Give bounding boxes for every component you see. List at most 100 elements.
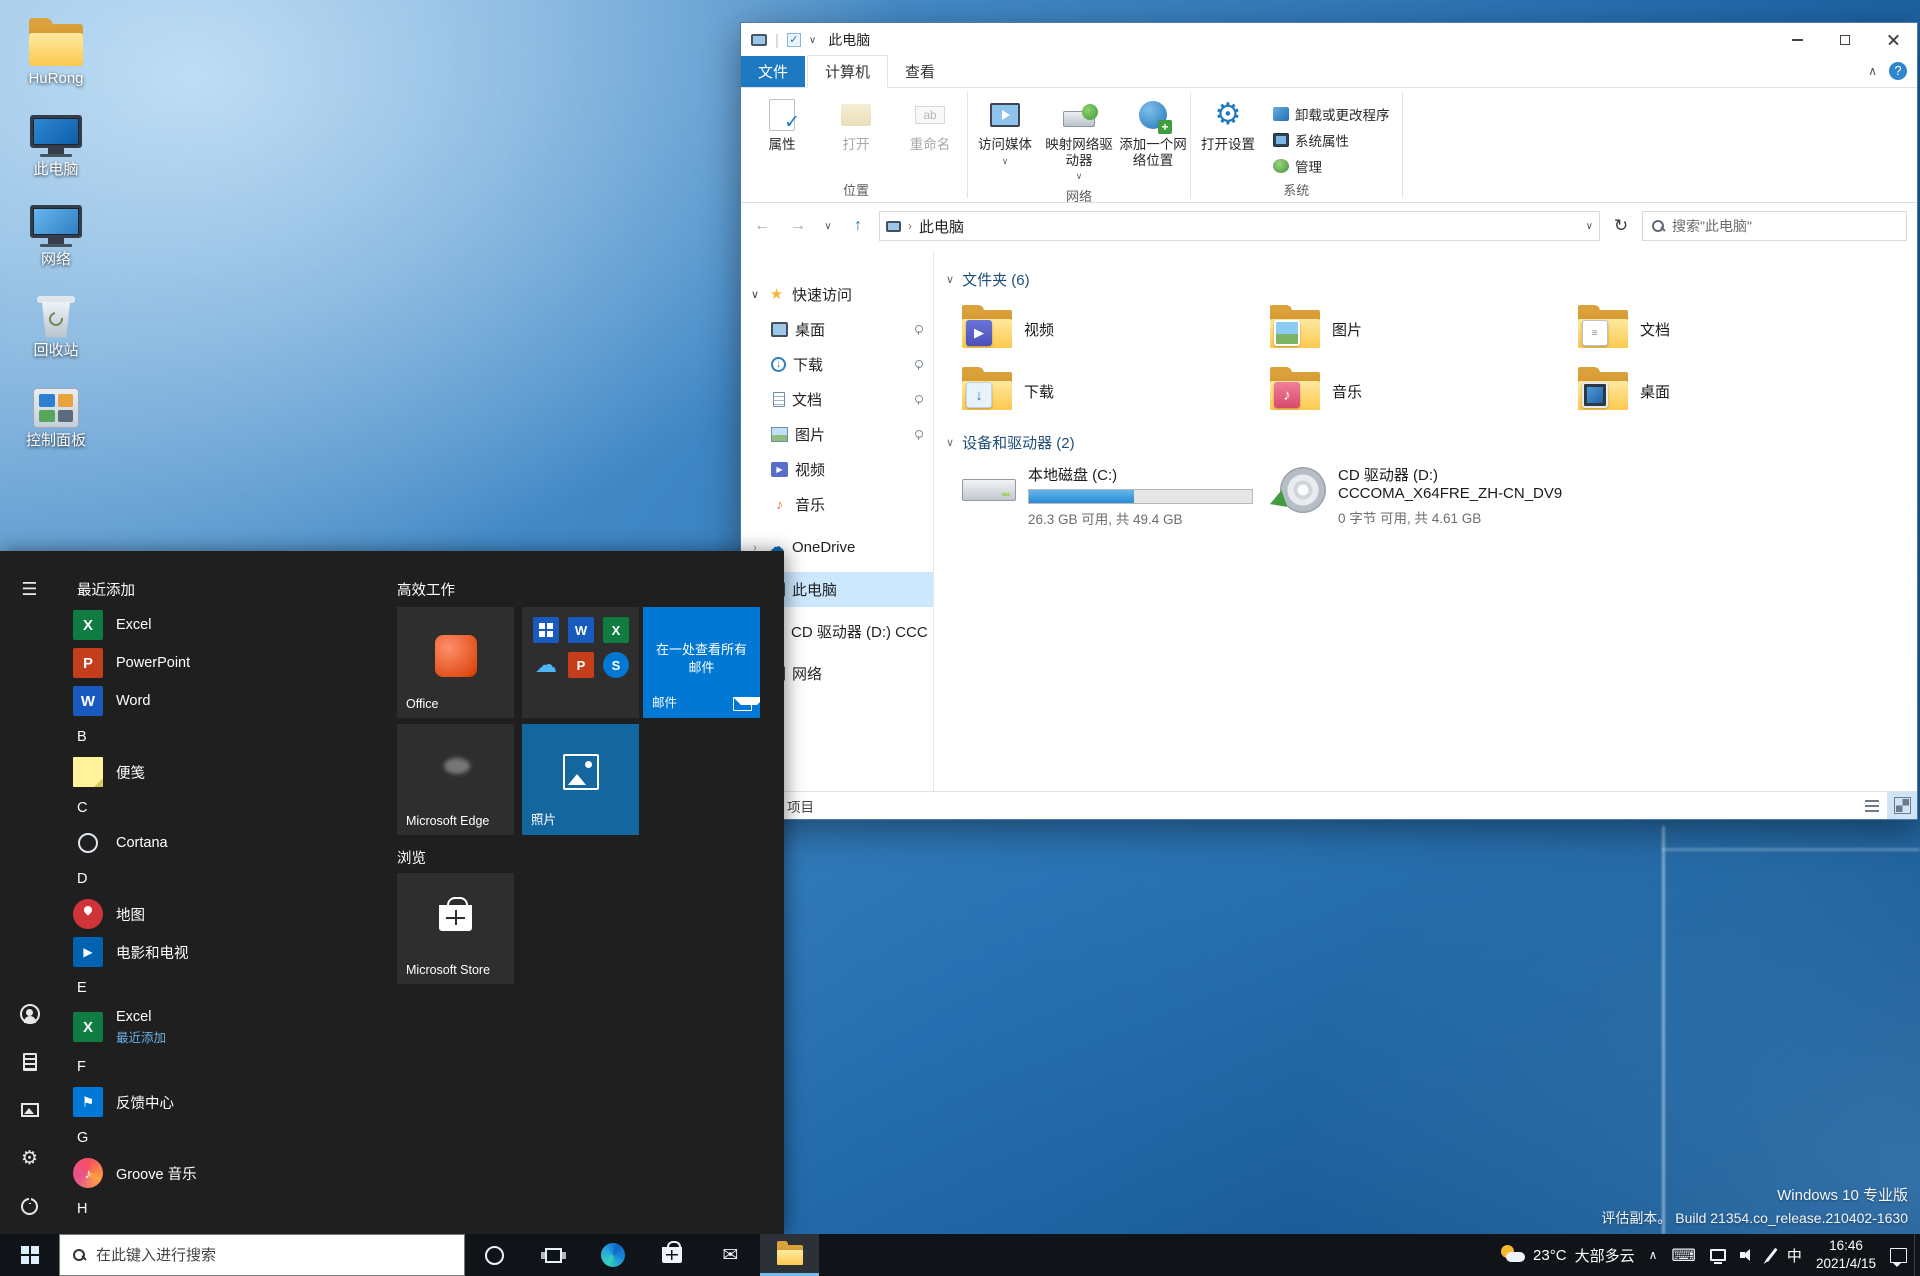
app-item-excel[interactable]: X Excel xyxy=(63,606,386,644)
folder-tile-pictures[interactable]: 图片 xyxy=(1262,298,1570,360)
app-list-header-d[interactable]: D xyxy=(63,862,386,895)
network-status-button[interactable] xyxy=(1703,1234,1733,1276)
taskbar-file-explorer-button[interactable] xyxy=(760,1234,819,1276)
tile-mail[interactable]: 在一处查看所有邮件 邮件 xyxy=(643,607,760,718)
folder-tile-music[interactable]: ♪ 音乐 xyxy=(1262,360,1570,422)
drive-tile-c[interactable]: 本地磁盘 (C:) 26.3 GB 可用, 共 49.4 GB xyxy=(954,461,1262,534)
back-button[interactable]: ← xyxy=(747,211,777,241)
app-item-movies-tv[interactable]: ▶ 电影和电视 xyxy=(63,933,386,971)
taskbar-mail-button[interactable]: ✉ xyxy=(701,1234,760,1276)
desktop-icon-recycle-bin[interactable]: 回收站 xyxy=(8,286,104,360)
settings-button[interactable]: ⚙ xyxy=(0,1134,59,1182)
nav-item-music[interactable]: ♪ 音乐 xyxy=(741,487,933,522)
touch-keyboard-button[interactable]: ⌨ xyxy=(1664,1234,1703,1276)
folder-tile-videos[interactable]: ▶ 视频 xyxy=(954,298,1262,360)
app-list-header-g[interactable]: G xyxy=(63,1121,386,1154)
folder-tile-documents[interactable]: ≡ 文档 xyxy=(1570,298,1878,360)
help-button[interactable]: ? xyxy=(1889,62,1907,80)
start-button[interactable] xyxy=(0,1234,59,1276)
app-list-header-c[interactable]: C xyxy=(63,791,386,824)
explorer-search-box[interactable] xyxy=(1642,211,1907,241)
desktop-icon-hurong[interactable]: HuRong xyxy=(8,14,104,88)
app-list-header-f[interactable]: F xyxy=(63,1050,386,1083)
app-list-header-e[interactable]: E xyxy=(63,971,386,1004)
desktop-icon-control-panel[interactable]: 控制面板 xyxy=(8,376,104,450)
title-bar[interactable]: | ✓ ∨ 此电脑 xyxy=(741,23,1917,57)
app-item-feedback-hub[interactable]: ⚑ 反馈中心 xyxy=(63,1083,386,1121)
desktop-icon-this-pc[interactable]: 此电脑 xyxy=(8,105,104,179)
tab-computer[interactable]: 计算机 xyxy=(807,55,889,88)
system-properties-button[interactable]: 系统属性 xyxy=(1267,128,1396,152)
close-button[interactable] xyxy=(1869,23,1917,57)
tab-view[interactable]: 查看 xyxy=(888,56,952,87)
app-item-cortana[interactable]: Cortana xyxy=(63,824,386,862)
nav-item-quick-access[interactable]: ∨ ★ 快速访问 xyxy=(741,277,933,312)
taskbar-store-button[interactable] xyxy=(642,1234,701,1276)
show-desktop-button[interactable] xyxy=(1914,1234,1920,1276)
expand-chevron-icon[interactable]: ∨ xyxy=(749,288,761,301)
taskbar-search-input[interactable] xyxy=(96,1246,452,1264)
details-view-button[interactable] xyxy=(1857,792,1887,819)
hidden-icons-button[interactable]: ∧ xyxy=(1642,1234,1665,1276)
action-center-button[interactable] xyxy=(1883,1234,1914,1276)
minimize-button[interactable] xyxy=(1773,23,1821,57)
minimize-ribbon-icon[interactable]: ∧ xyxy=(1868,64,1877,78)
app-item-word[interactable]: W Word xyxy=(63,682,386,720)
add-network-location-button[interactable]: 添加一个网络位置 xyxy=(1116,94,1190,172)
app-item-groove-music[interactable]: ♪ Groove 音乐 xyxy=(63,1154,386,1192)
nav-item-documents[interactable]: 文档 xyxy=(741,382,933,417)
address-bar[interactable]: › 此电脑 ∨ xyxy=(879,211,1600,241)
large-icons-view-button[interactable] xyxy=(1887,792,1917,819)
expand-menu-button[interactable]: ☰ xyxy=(0,565,59,613)
section-collapse-icon[interactable]: ∨ xyxy=(946,273,954,286)
weather-widget[interactable]: 23°C 大部多云 xyxy=(1494,1234,1642,1276)
ime-mode-button[interactable]: 中 xyxy=(1780,1234,1809,1276)
documents-button[interactable] xyxy=(0,1038,59,1086)
taskbar-edge-button[interactable] xyxy=(583,1234,642,1276)
tile-group-header-explore[interactable]: 浏览 xyxy=(397,847,426,868)
quick-access-toolbar-dropdown-icon[interactable]: ∨ xyxy=(809,35,816,46)
clock[interactable]: 16:46 2021/4/15 xyxy=(1809,1234,1883,1276)
forward-button[interactable]: → xyxy=(783,211,813,241)
app-item-powerpoint[interactable]: P PowerPoint xyxy=(63,644,386,682)
access-media-button[interactable]: 访问媒体 ∨ xyxy=(968,94,1042,171)
app-list-header-b[interactable]: B xyxy=(63,720,386,753)
uninstall-program-button[interactable]: 卸载或更改程序 xyxy=(1267,102,1396,126)
tile-office-apps-folder[interactable]: W X ☁ P S xyxy=(522,607,639,718)
rename-button[interactable]: ab 重命名 xyxy=(893,94,967,157)
folder-tile-downloads[interactable]: ↓ 下载 xyxy=(954,360,1262,422)
properties-button[interactable]: ✓ 属性 xyxy=(745,94,819,157)
volume-button[interactable] xyxy=(1733,1234,1763,1276)
cortana-button[interactable] xyxy=(465,1234,524,1276)
nav-item-downloads[interactable]: ↓ 下载 xyxy=(741,347,933,382)
pictures-button[interactable] xyxy=(0,1086,59,1134)
maximize-button[interactable] xyxy=(1821,23,1869,57)
window-system-icon[interactable] xyxy=(751,34,767,46)
quick-access-properties-icon[interactable]: ✓ xyxy=(786,33,801,47)
task-view-button[interactable] xyxy=(524,1234,583,1276)
tab-file[interactable]: 文件 xyxy=(741,56,806,87)
nav-item-videos[interactable]: ▶ 视频 xyxy=(741,452,933,487)
section-collapse-icon[interactable]: ∨ xyxy=(946,436,954,449)
taskbar-search-box[interactable] xyxy=(59,1234,465,1276)
recent-locations-dropdown-icon[interactable]: ∨ xyxy=(819,211,837,241)
section-header-drives[interactable]: ∨ 设备和驱动器 (2) xyxy=(946,432,1907,453)
map-network-drive-button[interactable]: 映射网络驱动器 ∨ xyxy=(1042,94,1116,186)
pen-settings-button[interactable] xyxy=(1763,1234,1780,1276)
breadcrumb[interactable]: 此电脑 xyxy=(919,216,964,237)
tile-office[interactable]: Office xyxy=(397,607,514,718)
refresh-button[interactable]: ↻ xyxy=(1606,211,1636,241)
open-settings-button[interactable]: ⚙ 打开设置 xyxy=(1191,94,1265,157)
manage-button[interactable]: 管理 xyxy=(1267,154,1396,178)
app-item-sticky-notes[interactable]: 便笺 xyxy=(63,753,386,791)
section-header-folders[interactable]: ∨ 文件夹 (6) xyxy=(946,269,1907,290)
account-button[interactable] xyxy=(0,990,59,1038)
folder-tile-desktop[interactable]: 桌面 xyxy=(1570,360,1878,422)
power-button[interactable] xyxy=(0,1182,59,1230)
app-item-excel-recent[interactable]: X Excel 最近添加 xyxy=(63,1004,386,1050)
tile-photos[interactable]: 照片 xyxy=(522,724,639,835)
desktop-icon-network[interactable]: 网络 xyxy=(8,195,104,269)
tile-microsoft-edge[interactable]: Microsoft Edge xyxy=(397,724,514,835)
open-button[interactable]: 打开 xyxy=(819,94,893,157)
drive-tile-d[interactable]: CD 驱动器 (D:) CCCOMA_X64FRE_ZH-CN_DV9 0 字节… xyxy=(1268,461,1576,534)
